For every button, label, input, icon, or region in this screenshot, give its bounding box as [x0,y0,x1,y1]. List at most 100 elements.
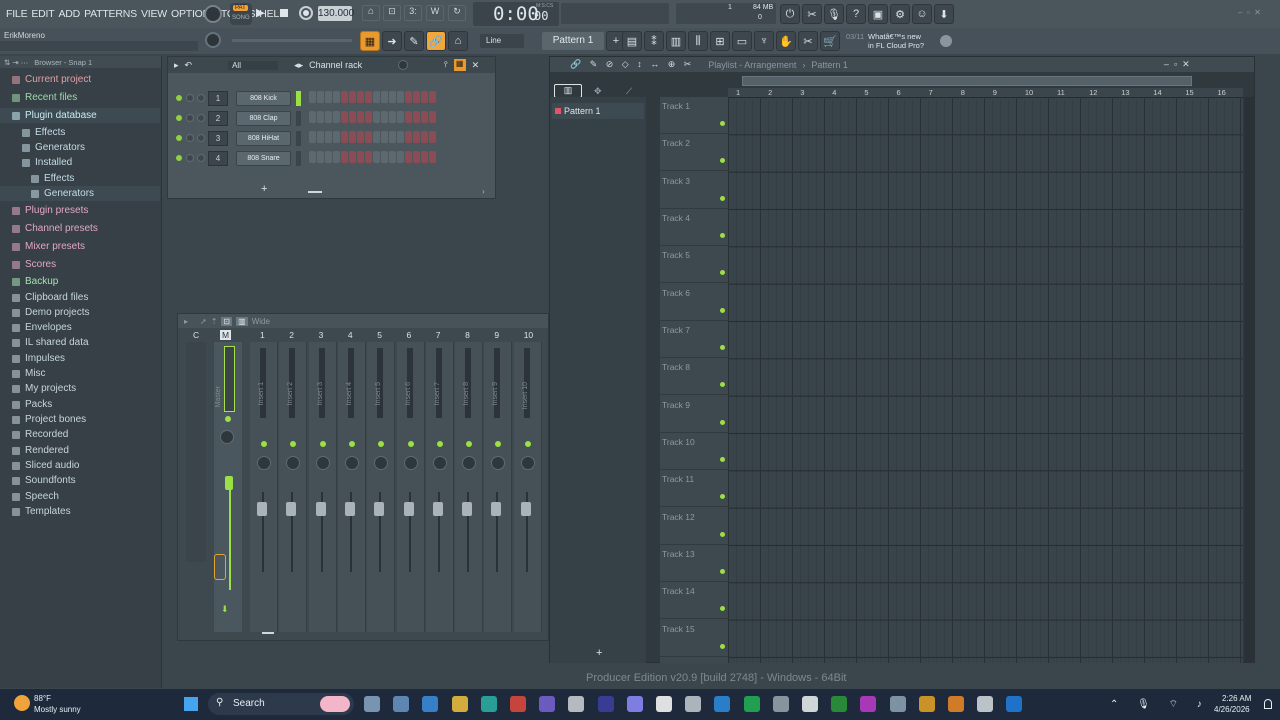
mixer-view-icon[interactable]: ⊡ [221,316,233,326]
step-button[interactable] [429,150,436,163]
track-mute-led[interactable] [720,419,725,425]
track-mute-led[interactable] [720,382,725,388]
link-icon[interactable]: 🔗 [426,31,446,51]
browser-nav-icon[interactable]: ⇅ ⇥ ⋯ [4,58,28,67]
insert-pan-knob[interactable] [403,456,418,470]
github-icon[interactable] [597,696,614,712]
insert-led[interactable] [348,441,355,447]
steam-icon[interactable] [772,696,789,712]
step-button[interactable] [405,110,412,123]
pitch-knob[interactable] [205,32,221,48]
browser-item[interactable]: Rendered [0,443,160,458]
playlist-auto-icon[interactable]: ⟋ [626,86,632,97]
step-button[interactable] [309,130,316,143]
browser-item[interactable]: Recorded [0,427,160,442]
browser-item[interactable]: Clipboard files [0,290,160,305]
view-mixer-icon[interactable]: ⫼ [688,31,708,51]
beeper-icon[interactable] [860,696,877,712]
track-header[interactable]: Track 5 [660,246,728,284]
add-channel-button[interactable]: + [261,183,267,195]
channel-steps-icon[interactable]: ▦ [453,59,466,71]
mixer-insert-strip[interactable]: Insert 1 [250,342,278,632]
browser-item[interactable]: Generators [0,186,160,201]
track-mute-led[interactable] [720,307,725,313]
step-button[interactable] [373,150,380,163]
tray-icons[interactable]: ⌃ 🎙 ⌔ ♪ [1110,698,1210,711]
channel-select-bar[interactable] [296,130,301,146]
track-mute-led[interactable] [720,606,725,612]
notification-icon[interactable] [1264,699,1272,709]
loop-record-icon[interactable]: ↻ [448,5,466,21]
channel-mute-led[interactable] [176,95,182,101]
step-button[interactable] [397,110,404,123]
channel-mixer-number[interactable]: 2 [208,110,228,126]
menu-patterns[interactable]: PATTERNS [82,8,139,20]
channel-close-icon[interactable]: ✕ [472,60,480,71]
step-button[interactable] [349,90,356,103]
track-mute-led[interactable] [720,494,725,500]
track-header[interactable]: Track 3 [660,172,728,209]
step-edit-icon[interactable]: W [426,5,444,21]
insert-fader[interactable] [257,502,267,516]
channel-row[interactable]: 1 808 Kick [176,89,437,107]
step-button[interactable] [405,130,412,143]
track-mute-led[interactable] [720,195,725,201]
step-button[interactable] [365,110,372,123]
step-button[interactable] [397,150,404,163]
insert-fader[interactable] [286,502,297,516]
insert-fader[interactable] [315,502,326,516]
track-header[interactable]: Track 2 [660,134,728,172]
browser-item[interactable]: Channel presets [0,221,160,236]
step-button[interactable] [309,90,316,103]
play-button[interactable]: ▶ [256,6,264,19]
browser-item[interactable]: My projects [0,381,160,396]
channel-mixer-number[interactable]: 4 [208,150,228,166]
tiktok-icon[interactable] [656,696,672,712]
step-button[interactable] [365,90,372,103]
mixer-insert-strip[interactable]: Insert 3 [308,342,337,632]
track-mute-led[interactable] [720,232,725,238]
step-button[interactable] [421,150,428,163]
insert-led[interactable] [436,441,443,447]
browser-item[interactable]: Generators [0,140,160,155]
track-mute-led[interactable] [720,121,725,126]
mixer-insert-strip[interactable]: Insert 9 [484,342,513,632]
step-button[interactable] [333,130,340,143]
channel-pan-knob[interactable] [186,94,194,102]
step-button[interactable] [405,150,412,163]
insert-fader[interactable] [491,502,502,516]
step-button[interactable] [373,110,380,123]
view-cursor-icon[interactable]: ✋ [776,31,796,51]
step-button[interactable] [317,110,324,123]
step-button[interactable] [317,130,324,143]
insert-fader[interactable] [374,502,385,516]
snap-right-icon[interactable]: ➜ [382,31,402,51]
tasks-icon[interactable] [568,696,585,712]
insert-fader[interactable] [462,502,473,516]
view-scissors-icon[interactable]: ✂ [798,31,818,51]
browser-item[interactable]: Speech [0,489,160,504]
discord-icon[interactable] [626,696,643,712]
insert-fader[interactable] [432,502,443,516]
add-pattern-button[interactable]: + [596,647,602,659]
insert-led[interactable] [524,441,531,447]
channel-vol-knob[interactable] [197,154,205,162]
download-icon[interactable]: ⬇ [934,4,954,24]
channel-row[interactable]: 2 808 Clap [176,109,437,127]
browser-item[interactable]: Packs [0,397,160,412]
browser-item[interactable]: Mixer presets [0,239,160,254]
wait-icon[interactable]: ⊡ [383,5,401,21]
insert-led[interactable] [378,441,385,447]
insert-pan-knob[interactable] [344,456,359,470]
step-button[interactable] [413,90,420,103]
insert-pan-knob[interactable] [432,456,447,470]
track-mute-led[interactable] [720,270,725,276]
step-button[interactable] [389,110,396,123]
channel-vol-knob[interactable] [197,114,205,122]
insert-led[interactable] [290,441,297,447]
step-button[interactable] [389,90,396,103]
browser-item[interactable]: Effects [0,171,160,186]
channel-name-button[interactable]: 808 HiHat [236,130,291,146]
channel-scrollbar[interactable] [308,191,322,193]
insert-pan-knob[interactable] [374,456,389,470]
